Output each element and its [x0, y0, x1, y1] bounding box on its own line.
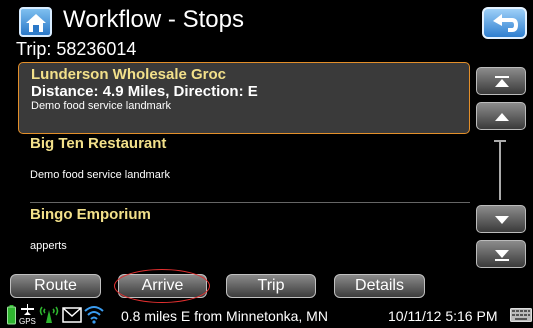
highlight-circle [114, 269, 210, 303]
stop-description: Demo food service landmark [30, 169, 171, 181]
scroll-down-icon [495, 216, 509, 224]
back-button[interactable] [482, 7, 527, 39]
list-item[interactable]: Big Ten Restaurant Demo food service lan… [18, 135, 470, 199]
title-bar: Workflow - Stops [0, 0, 533, 40]
stop-description: Demo food service landmark [31, 100, 172, 112]
wifi-icon [84, 306, 104, 324]
stop-name: Lunderson Wholesale Groc [31, 66, 227, 83]
gps-label: GPS [19, 317, 36, 326]
signal-icon [39, 306, 59, 323]
scroll-down-button[interactable] [476, 205, 526, 233]
back-arrow-icon [493, 14, 518, 32]
stops-list: Lunderson Wholesale Groc Distance: 4.9 M… [18, 62, 470, 267]
stop-name: Big Ten Restaurant [30, 135, 167, 152]
location-text: 0.8 miles E from Minnetonka, MN [121, 308, 328, 324]
list-item[interactable]: Lunderson Wholesale Groc Distance: 4.9 M… [18, 62, 470, 134]
stop-distance: Distance: 4.9 Miles, Direction: E [31, 83, 258, 100]
scroll-track[interactable] [499, 140, 501, 200]
battery-icon [7, 305, 16, 325]
scroll-to-top-icon [495, 76, 509, 87]
status-bar: GPS 0.8 miles E from Minnetonka, MN 10/1… [0, 300, 533, 328]
scroll-up-button[interactable] [476, 102, 526, 130]
route-button[interactable]: Route [10, 274, 101, 298]
mail-icon [62, 307, 82, 323]
scroll-top-button[interactable] [476, 67, 526, 95]
stop-description: apperts [30, 240, 67, 252]
stop-name: Bingo Emporium [30, 206, 151, 223]
home-icon [26, 14, 46, 32]
divider [30, 202, 470, 203]
list-item[interactable]: Bingo Emporium apperts [18, 206, 470, 266]
scroll-bottom-button[interactable] [476, 240, 526, 268]
home-button[interactable] [19, 7, 52, 37]
page-title: Workflow - Stops [63, 6, 244, 33]
scroll-to-bottom-icon [495, 250, 509, 261]
keyboard-icon[interactable] [510, 308, 532, 322]
datetime-text: 10/11/12 5:16 PM [388, 308, 498, 324]
details-button[interactable]: Details [334, 274, 425, 298]
scroll-up-icon [495, 113, 509, 121]
trip-button[interactable]: Trip [226, 274, 316, 298]
trip-number: Trip: 58236014 [16, 39, 137, 59]
